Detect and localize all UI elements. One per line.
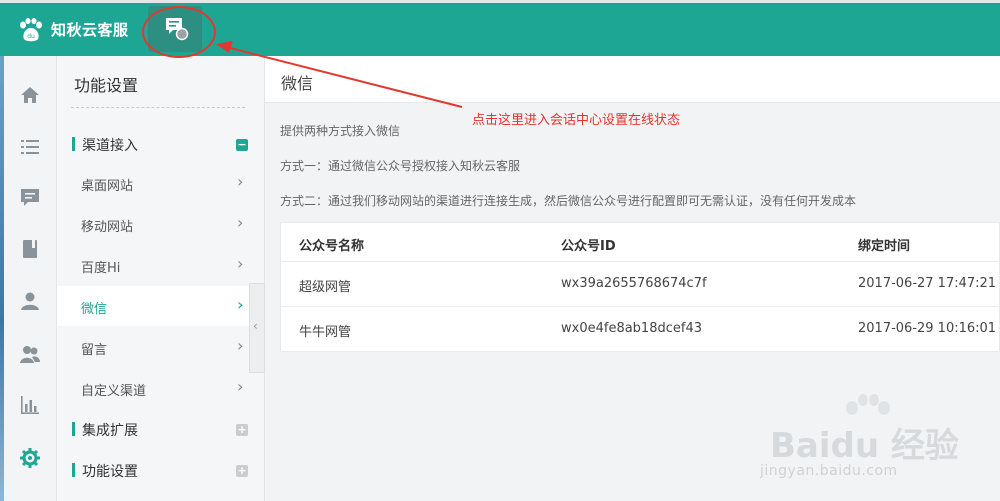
annotation-text: 点击这里进入会话中心设置在线状态: [472, 113, 681, 128]
annotation-arrow: [216, 41, 463, 108]
